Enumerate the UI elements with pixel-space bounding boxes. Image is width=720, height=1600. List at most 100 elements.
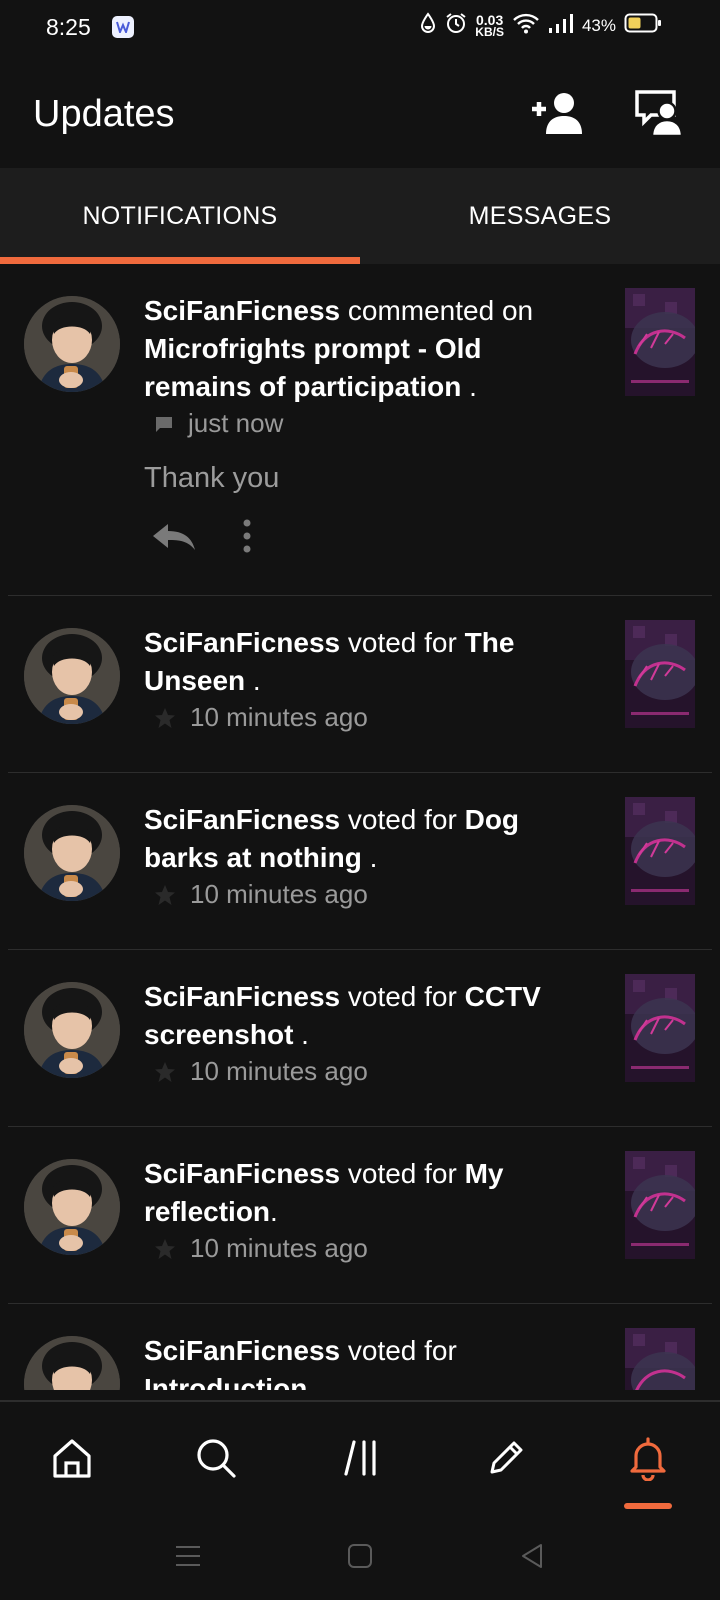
page-title: Updates	[33, 93, 175, 135]
username[interactable]: SciFanFicness	[144, 295, 340, 326]
nav-notifications[interactable]	[620, 1430, 676, 1486]
timestamp: just now	[188, 408, 284, 438]
notification-text: SciFanFicness voted for CCTV screenshot …	[144, 978, 594, 1054]
reply-icon[interactable]	[150, 520, 198, 552]
network-speed: 0.03 KB/S	[475, 13, 504, 38]
timestamp: 10 minutes ago	[190, 702, 368, 732]
notification-meta: 10 minutes ago	[154, 1056, 368, 1087]
avatar[interactable]	[24, 628, 120, 724]
comment-text: Thank you	[144, 462, 280, 494]
recent-apps-button[interactable]	[172, 1540, 204, 1572]
notification-item[interactable]: SciFanFicness voted for CCTV screenshot …	[8, 950, 712, 1127]
suffix-text: .	[461, 371, 477, 402]
action-text: voted for	[340, 627, 465, 658]
system-nav-bar	[0, 1512, 720, 1600]
star-icon	[155, 1061, 175, 1082]
tab-label: NOTIFICATIONS	[82, 201, 278, 230]
star-icon	[155, 707, 175, 728]
nav-search[interactable]	[188, 1430, 244, 1486]
avatar[interactable]	[24, 296, 120, 392]
username[interactable]: SciFanFicness	[144, 627, 340, 658]
action-text: commented on	[340, 295, 534, 326]
menu-icon	[176, 1546, 200, 1566]
notification-item[interactable]: SciFanFicness voted for My reflection. 1…	[8, 1127, 712, 1304]
story-title[interactable]: Microfrights prompt - Old remains of par…	[144, 333, 482, 402]
status-time: 8:25	[46, 14, 91, 40]
more-options-icon[interactable]	[242, 518, 252, 554]
tab-notifications[interactable]: NOTIFICATIONS	[0, 168, 360, 264]
action-text: voted for	[340, 804, 465, 835]
selected-tab-indicator	[0, 257, 360, 264]
notification-text: SciFanFicness voted for The Unseen .	[144, 624, 594, 700]
avatar[interactable]	[24, 1336, 120, 1390]
app-notification-icon	[112, 16, 134, 38]
username[interactable]: SciFanFicness	[144, 804, 340, 835]
battery-percent: 43%	[581, 15, 616, 35]
comment-actions	[150, 518, 252, 554]
suffix-text: .	[270, 1196, 278, 1227]
story-cover-thumbnail[interactable]	[625, 1328, 695, 1390]
notification-item[interactable]: SciFanFicness voted for The Unseen . 10 …	[8, 596, 712, 773]
app-bar: Updates	[0, 56, 720, 168]
status-bar: 8:25 0.03 KB/S 43%	[0, 0, 720, 56]
wifi-icon	[512, 12, 540, 39]
search-icon	[197, 1439, 236, 1478]
data-saver-icon	[419, 12, 437, 39]
status-icons: 0.03 KB/S 43%	[419, 12, 662, 39]
back-system-button[interactable]	[516, 1540, 548, 1572]
notifications-bell-icon	[630, 1437, 666, 1481]
username[interactable]: SciFanFicness	[144, 1335, 340, 1366]
messages-button[interactable]	[632, 86, 690, 140]
nav-library[interactable]	[334, 1430, 390, 1486]
avatar[interactable]	[24, 982, 120, 1078]
home-icon	[53, 1439, 91, 1478]
action-text: voted for	[340, 981, 465, 1012]
battery-icon	[624, 12, 662, 39]
timestamp: 10 minutes ago	[190, 879, 368, 909]
story-cover-thumbnail[interactable]	[625, 974, 695, 1082]
notification-meta: 10 minutes ago	[154, 879, 368, 910]
notification-text: SciFanFicness voted for Dog barks at not…	[144, 801, 594, 877]
suffix-text: .	[245, 665, 261, 696]
story-cover-thumbnail[interactable]	[625, 797, 695, 905]
home-system-button[interactable]	[344, 1540, 376, 1572]
library-icon	[344, 1440, 376, 1476]
action-text: voted for	[340, 1158, 465, 1189]
avatar[interactable]	[24, 1159, 120, 1255]
notification-list: SciFanFicness commented on Microfrights …	[0, 264, 720, 1390]
notification-item[interactable]: SciFanFicness voted for Introduction	[8, 1304, 712, 1390]
square-icon	[348, 1544, 372, 1568]
messages-icon	[635, 90, 684, 137]
notification-text: SciFanFicness voted for My reflection.	[144, 1155, 594, 1231]
notification-item[interactable]: SciFanFicness commented on Microfrights …	[8, 264, 712, 596]
username[interactable]: SciFanFicness	[144, 1158, 340, 1189]
signal-icon	[548, 12, 574, 39]
story-cover-thumbnail[interactable]	[625, 288, 695, 396]
speed-unit: KB/S	[475, 25, 504, 39]
nav-write[interactable]	[478, 1430, 534, 1486]
story-cover-thumbnail[interactable]	[625, 1151, 695, 1259]
star-icon	[155, 1238, 175, 1259]
back-triangle-icon	[522, 1544, 542, 1568]
nav-home[interactable]	[44, 1430, 100, 1486]
notification-text: SciFanFicness voted for Introduction	[144, 1332, 594, 1390]
notification-meta: just now	[154, 408, 283, 439]
comment-icon	[156, 416, 172, 432]
story-title[interactable]: Introduction	[144, 1373, 307, 1390]
avatar[interactable]	[24, 805, 120, 901]
bottom-nav	[0, 1400, 720, 1512]
tab-bar: NOTIFICATIONS MESSAGES	[0, 168, 720, 264]
notification-meta: 10 minutes ago	[154, 702, 368, 733]
timestamp: 10 minutes ago	[190, 1056, 368, 1086]
write-icon	[490, 1441, 523, 1474]
username[interactable]: SciFanFicness	[144, 981, 340, 1012]
alarm-icon	[445, 12, 467, 39]
tab-label: MESSAGES	[468, 201, 612, 230]
add-user-icon	[532, 93, 582, 134]
action-text: voted for	[340, 1335, 457, 1366]
notification-meta: 10 minutes ago	[154, 1233, 368, 1264]
story-cover-thumbnail[interactable]	[625, 620, 695, 728]
add-user-button[interactable]	[528, 86, 586, 140]
notification-item[interactable]: SciFanFicness voted for Dog barks at not…	[8, 773, 712, 950]
tab-messages[interactable]: MESSAGES	[360, 168, 720, 264]
